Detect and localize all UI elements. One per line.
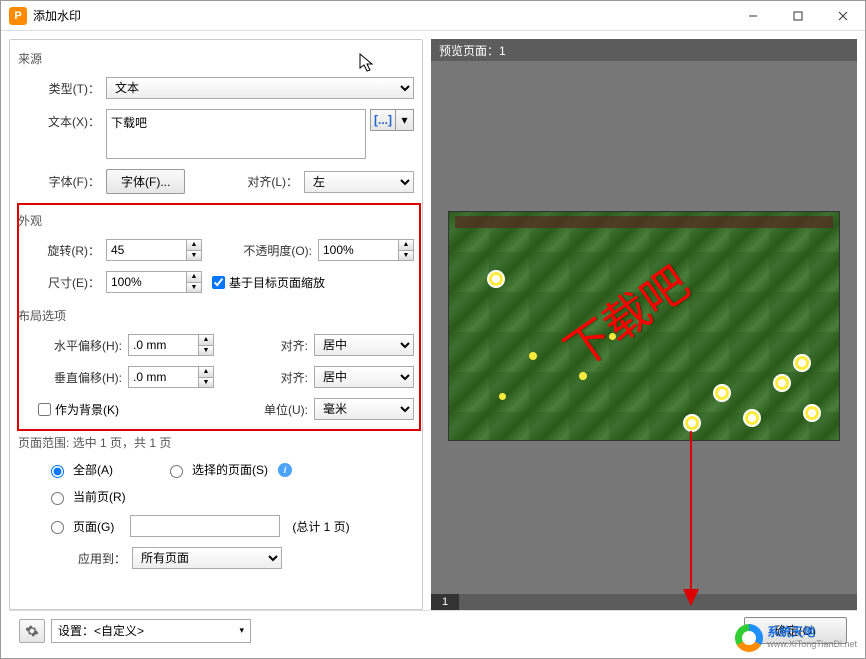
- settings-preset-combo[interactable]: 设置：<自定义>: [51, 619, 251, 643]
- branding-line1: 系统天地: [767, 626, 857, 639]
- as-bg-checkbox[interactable]: [38, 403, 51, 416]
- main-split: 来源 类型(T)： 文本 文本(X)： 下载吧 [...] ▾ 字体(F)： 字…: [9, 39, 857, 610]
- opacity-input[interactable]: [318, 239, 398, 261]
- page-indicator[interactable]: 1: [431, 594, 459, 610]
- section-layout-title: 布局选项: [18, 307, 414, 324]
- radio-all[interactable]: [51, 465, 64, 478]
- branding-line2: www.XiTongTianDi.net: [767, 640, 857, 650]
- preview-trial-bar: [455, 216, 833, 228]
- macro-dropdown-button[interactable]: ▾: [396, 109, 414, 131]
- type-label: 类型(T)：: [18, 80, 106, 97]
- layout-align1-label: 对齐:: [274, 337, 314, 354]
- settings-preset-label: 设置：<自定义>: [58, 622, 144, 639]
- settings-gear-button[interactable]: [19, 619, 45, 643]
- voffset-spinner[interactable]: ▲▼: [198, 366, 214, 388]
- page-indicator-bar: 1: [431, 594, 857, 610]
- as-bg-checkbox-wrap[interactable]: 作为背景(K): [38, 401, 119, 418]
- preview-header: 预览页面：1: [431, 39, 857, 61]
- section-pagerange-title: 页面范围: 选中 1 页，共 1 页: [18, 434, 414, 451]
- window-title: 添加水印: [33, 7, 730, 24]
- window-controls: [730, 1, 865, 30]
- layout-align1-select[interactable]: 居中: [314, 334, 414, 356]
- radio-current[interactable]: [51, 492, 64, 505]
- close-icon: [838, 11, 848, 21]
- scale-checkbox[interactable]: [212, 276, 225, 289]
- size-input[interactable]: [106, 271, 186, 293]
- hoffset-label: 水平偏移(H):: [18, 337, 128, 354]
- section-appearance-title: 外观: [18, 212, 414, 229]
- voffset-label: 垂直偏移(H):: [18, 369, 128, 386]
- window: P 添加水印 来源 类型(T)： 文本 文本: [0, 0, 866, 659]
- right-panel: 预览页面：1 下载吧: [431, 39, 857, 610]
- maximize-icon: [793, 11, 803, 21]
- preview-image: 下载吧: [448, 211, 840, 441]
- minimize-button[interactable]: [730, 1, 775, 30]
- radio-pages-label: 页面(G): [73, 518, 114, 535]
- unit-label: 单位(U):: [258, 401, 314, 418]
- branding-logo-icon: [735, 624, 763, 652]
- minimize-icon: [748, 11, 758, 21]
- pages-total: (总计 1 页): [292, 518, 349, 535]
- hoffset-spinner[interactable]: ▲▼: [198, 334, 214, 356]
- hoffset-input[interactable]: [128, 334, 198, 356]
- section-source-title: 来源: [18, 50, 414, 67]
- pages-input[interactable]: [130, 515, 280, 537]
- left-panel: 来源 类型(T)： 文本 文本(X)： 下载吧 [...] ▾ 字体(F)： 字…: [9, 39, 423, 610]
- layout-align2-select[interactable]: 居中: [314, 366, 414, 388]
- apply-label: 应用到：: [78, 550, 132, 567]
- radio-current-label: 当前页(R): [73, 488, 126, 505]
- size-spinner[interactable]: ▲▼: [186, 271, 202, 293]
- size-label: 尺寸(E)：: [18, 274, 106, 291]
- rotate-spinner[interactable]: ▲▼: [186, 239, 202, 261]
- opacity-spinner[interactable]: ▲▼: [398, 239, 414, 261]
- text-input[interactable]: 下载吧: [106, 109, 366, 159]
- info-icon: i: [278, 463, 292, 477]
- apply-select[interactable]: 所有页面: [132, 547, 282, 569]
- font-button[interactable]: 字体(F)...: [106, 169, 185, 194]
- close-button[interactable]: [820, 1, 865, 30]
- radio-pages[interactable]: [51, 521, 64, 534]
- text-align-select[interactable]: 左: [304, 171, 414, 193]
- gear-icon: [25, 624, 39, 638]
- radio-all-label: 全部(A): [73, 461, 113, 478]
- footer: 设置：<自定义> 确定(O): [9, 610, 857, 650]
- voffset-input[interactable]: [128, 366, 198, 388]
- body: 来源 类型(T)： 文本 文本(X)： 下载吧 [...] ▾ 字体(F)： 字…: [1, 31, 865, 658]
- type-select[interactable]: 文本: [106, 77, 414, 99]
- as-bg-label: 作为背景(K): [55, 401, 119, 418]
- scale-checkbox-label: 基于目标页面缩放: [229, 274, 325, 291]
- macro-button[interactable]: [...]: [370, 109, 396, 131]
- scale-checkbox-wrap[interactable]: 基于目标页面缩放: [212, 274, 325, 291]
- rotate-input[interactable]: [106, 239, 186, 261]
- font-label: 字体(F)：: [18, 173, 106, 190]
- rotate-label: 旋转(R)：: [18, 242, 106, 259]
- text-align-label: 对齐(L)：: [244, 173, 304, 190]
- opacity-label: 不透明度(O):: [243, 242, 318, 259]
- maximize-button[interactable]: [775, 1, 820, 30]
- app-icon: P: [9, 7, 27, 25]
- radio-selected-label: 选择的页面(S): [192, 461, 268, 478]
- radio-selected[interactable]: [170, 465, 183, 478]
- text-label: 文本(X)：: [18, 109, 106, 130]
- layout-align2-label: 对齐:: [274, 369, 314, 386]
- watermark-preview-text: 下载吧: [549, 248, 700, 381]
- branding-stamp: 系统天地 www.XiTongTianDi.net: [735, 624, 857, 652]
- preview-body[interactable]: 下载吧: [431, 61, 857, 594]
- titlebar: P 添加水印: [1, 1, 865, 31]
- unit-select[interactable]: 毫米: [314, 398, 414, 420]
